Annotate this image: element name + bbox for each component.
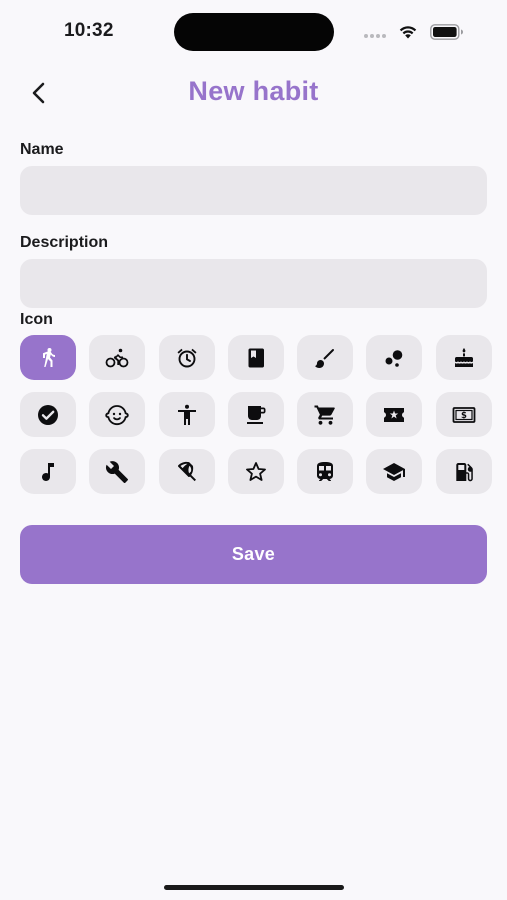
coffee-cup-icon: [246, 405, 266, 424]
status-bar: 10:32: [0, 0, 507, 62]
ticket-icon: [384, 407, 405, 422]
wifi-icon: [399, 26, 417, 39]
icon-option-ticket[interactable]: [366, 392, 423, 437]
icon-option-music-note[interactable]: [20, 449, 76, 494]
walk-icon: [43, 347, 55, 367]
icon-option-check-circle[interactable]: [20, 392, 76, 437]
icon-option-walk[interactable]: [20, 335, 76, 380]
icon-option-star[interactable]: [227, 449, 284, 494]
icon-option-bicycle[interactable]: [89, 335, 146, 380]
icon-option-paint-brush[interactable]: [297, 335, 354, 380]
icon-option-gas-pump[interactable]: [435, 449, 492, 494]
icon-option-baby-face[interactable]: [89, 392, 146, 437]
icon-picker-grid: $: [20, 335, 492, 494]
icon-option-alarm-clock[interactable]: [158, 335, 215, 380]
paint-brush-icon: [315, 348, 335, 368]
star-outline-icon: [245, 461, 266, 481]
icon-option-train[interactable]: [297, 449, 354, 494]
description-input[interactable]: [20, 259, 487, 308]
icon-option-coffee-cup[interactable]: [227, 392, 284, 437]
icon-option-accessibility[interactable]: [158, 392, 215, 437]
graduation-cap-icon: [383, 462, 406, 481]
accessibility-icon: [177, 404, 196, 425]
name-label: Name: [20, 141, 64, 158]
wrench-icon: [106, 460, 129, 483]
icon-option-shopping-cart[interactable]: [297, 392, 354, 437]
icon-option-money-bill[interactable]: $: [435, 392, 492, 437]
description-label: Description: [20, 234, 109, 251]
cake-icon: [454, 347, 473, 367]
icon-option-bubbles[interactable]: [366, 335, 423, 380]
baby-face-icon: [105, 404, 129, 425]
check-circle-icon: [38, 404, 58, 425]
status-time: 10:32: [64, 20, 114, 41]
bubbles-icon: [385, 349, 403, 367]
book-icon: [248, 348, 264, 367]
dynamic-island: [174, 13, 334, 51]
money-bill-icon: $: [452, 406, 476, 423]
alarm-clock-icon: [177, 348, 197, 367]
icon-option-graduation-cap[interactable]: [366, 449, 423, 494]
page-title: New habit: [188, 76, 319, 106]
save-button[interactable]: Save: [20, 525, 487, 584]
beach-umbrella-icon: [177, 461, 196, 481]
music-note-icon: [42, 462, 54, 481]
bicycle-icon: [105, 348, 129, 367]
train-icon: [317, 461, 334, 481]
svg-text:$: $: [461, 411, 467, 421]
icon-option-wrench[interactable]: [89, 449, 146, 494]
icon-option-book[interactable]: [227, 335, 284, 380]
shopping-cart-icon: [314, 405, 335, 425]
icon-option-cake[interactable]: [435, 335, 492, 380]
icon-label: Icon: [20, 311, 53, 328]
battery-icon: [430, 24, 463, 40]
icon-option-beach-umbrella[interactable]: [158, 449, 215, 494]
name-input[interactable]: [20, 166, 487, 215]
gas-pump-icon: [456, 462, 473, 481]
cellular-signal-icon: [364, 34, 390, 39]
home-indicator: [164, 885, 344, 890]
